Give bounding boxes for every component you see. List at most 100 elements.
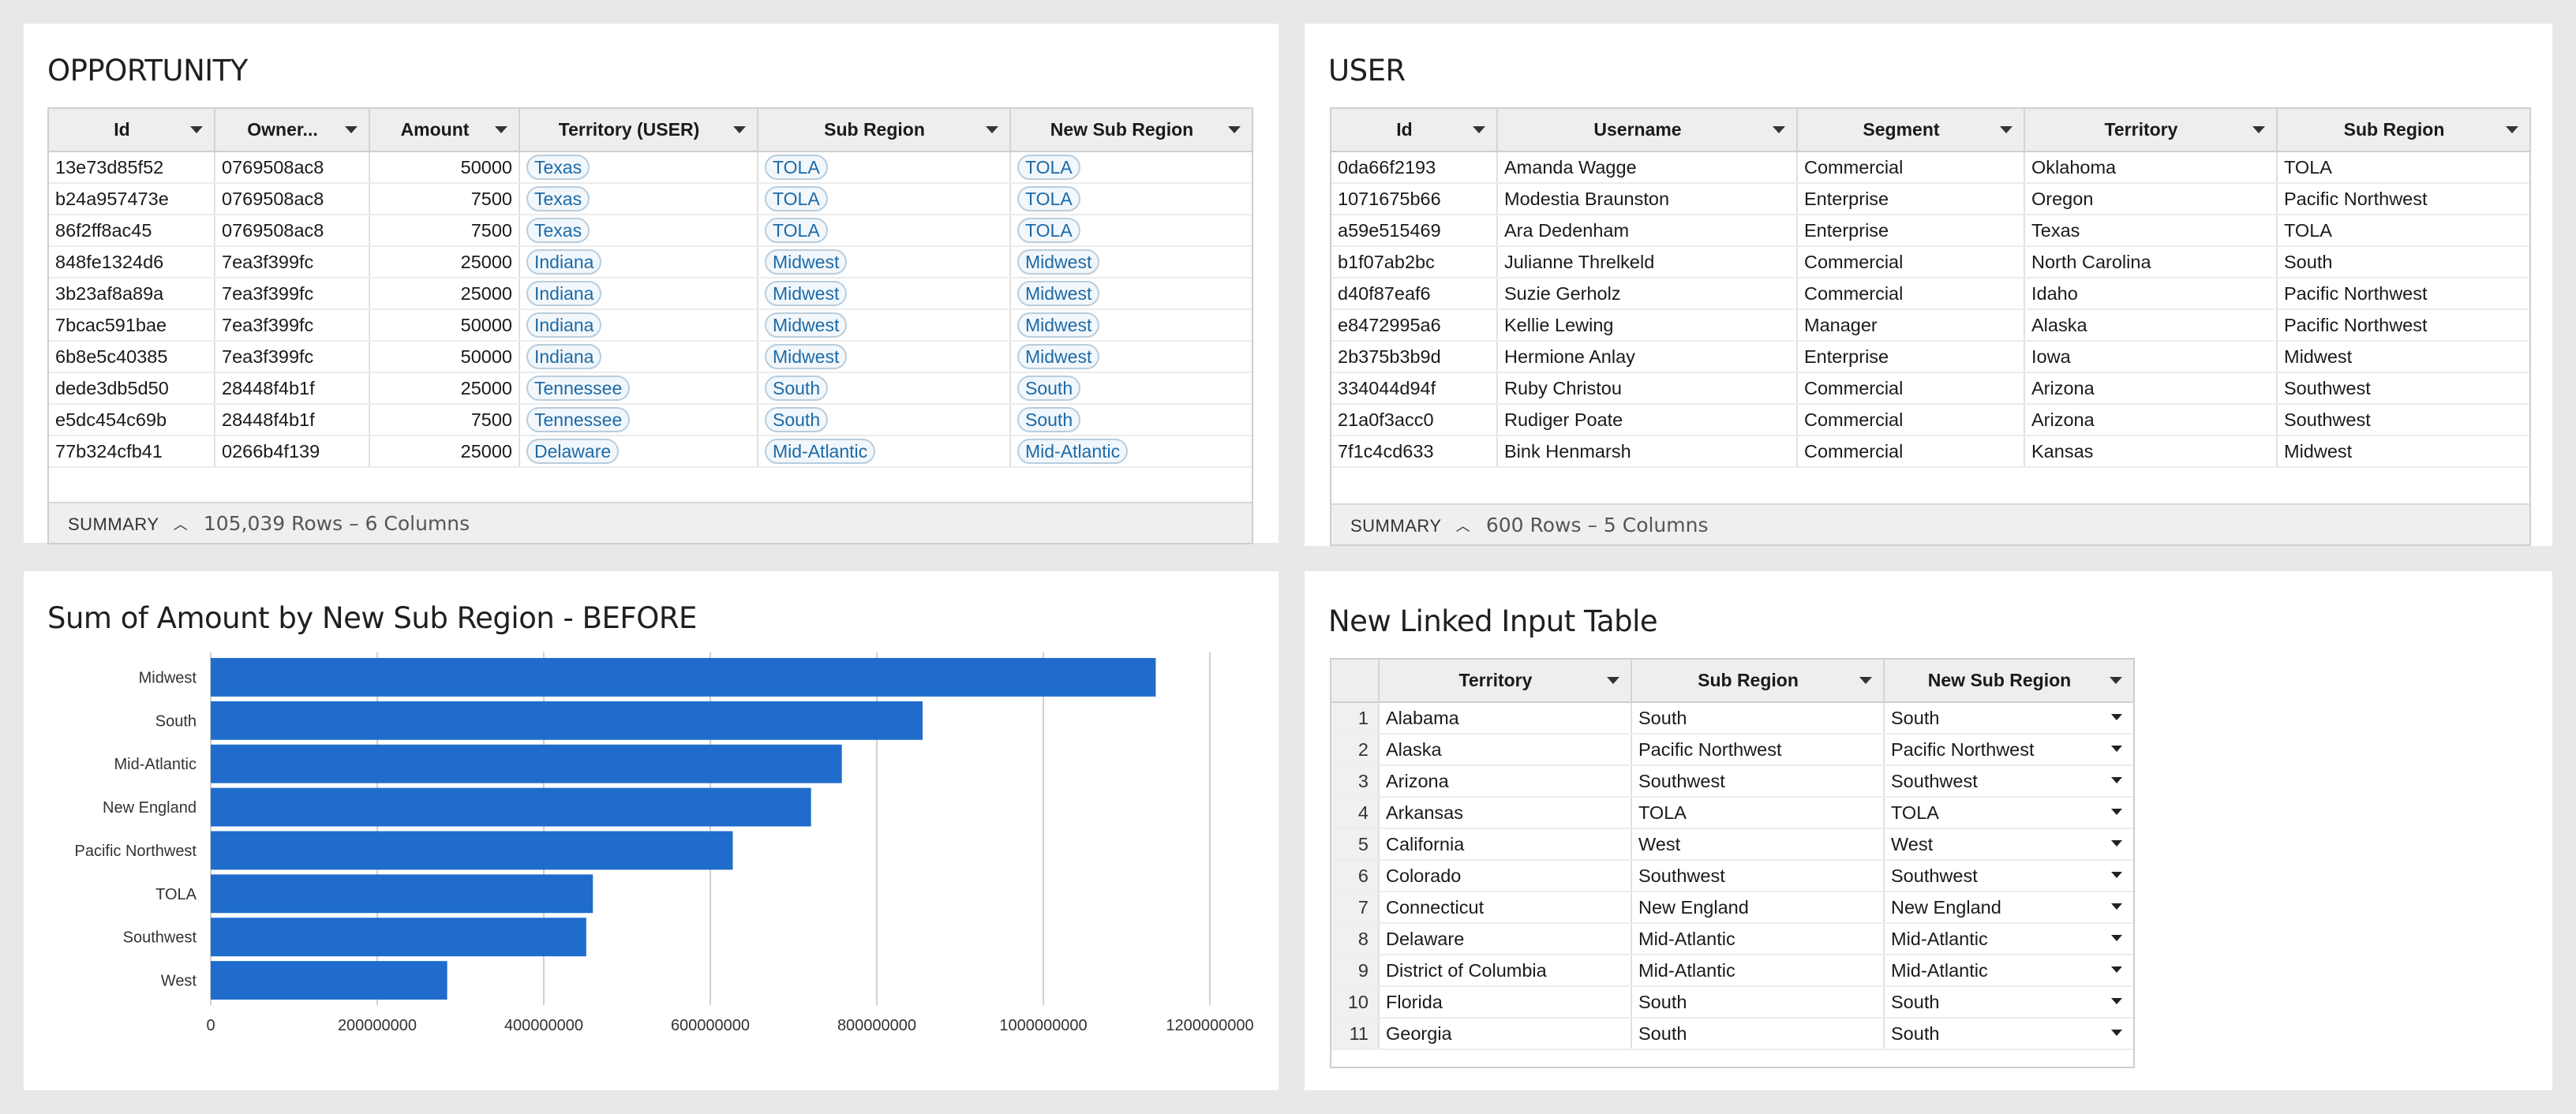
tag-pill[interactable]: Tennessee xyxy=(526,376,631,401)
table-row[interactable]: 4 Arkansas TOLA TOLA xyxy=(1331,797,2133,829)
table-cell[interactable]: California xyxy=(1379,828,1632,861)
chevron-down-icon[interactable] xyxy=(1607,677,1619,684)
dropdown-cell[interactable]: New England xyxy=(1884,892,2133,924)
table-cell[interactable]: 0da66f2193 xyxy=(1331,151,1498,184)
chevron-down-icon[interactable] xyxy=(2111,903,2122,910)
table-row[interactable]: d40f87eaf6 Suzie Gerholz Commercial Idaho Pa… xyxy=(1331,278,2529,310)
table-cell[interactable]: dede3db5d50 xyxy=(49,372,215,405)
chevron-down-icon[interactable] xyxy=(986,126,998,133)
bar-chart[interactable]: 0 200000000 400000000 600000000 800000000 100… xyxy=(24,571,1279,1090)
table-row[interactable]: b1f07ab2bc Julianne Threlkeld Commercial No… xyxy=(1331,246,2529,278)
table-cell[interactable]: 86f2ff8ac45 xyxy=(49,215,215,247)
table-cell[interactable]: 3b23af8a89a xyxy=(49,278,215,310)
table-cell[interactable]: 50000 xyxy=(369,341,520,373)
bar-midwest[interactable] xyxy=(211,658,1156,697)
table-cell[interactable]: Iowa xyxy=(2024,341,2278,373)
tag-pill[interactable]: TOLA xyxy=(1017,186,1080,211)
table-cell[interactable]: Florida xyxy=(1379,986,1632,1019)
table-cell[interactable]: Oklahoma xyxy=(2024,151,2278,184)
table-cell[interactable]: Southwest xyxy=(1631,860,1885,892)
dropdown-cell[interactable]: Mid-Atlantic xyxy=(1884,955,2133,987)
tag-pill[interactable]: TOLA xyxy=(765,218,828,243)
tag-pill[interactable]: TOLA xyxy=(1017,155,1080,180)
table-cell[interactable]: Idaho xyxy=(2024,278,2278,310)
table-cell[interactable]: Mid-Atlantic xyxy=(1631,923,1885,955)
table-cell[interactable]: Commercial xyxy=(1797,372,2025,405)
chevron-down-icon[interactable] xyxy=(2252,126,2265,133)
table-cell[interactable]: Commercial xyxy=(1797,246,2025,278)
table-cell[interactable]: Georgia xyxy=(1379,1018,1632,1050)
table-cell[interactable]: 28448f4b1f xyxy=(215,404,370,436)
table-cell[interactable]: Commercial xyxy=(1797,151,2025,184)
table-cell[interactable]: 7ea3f399fc xyxy=(215,309,370,342)
table-cell[interactable]: Delaware xyxy=(1379,923,1632,955)
dropdown-cell[interactable]: South xyxy=(1884,986,2133,1019)
tag-pill[interactable]: Texas xyxy=(526,155,590,180)
table-cell[interactable]: Arizona xyxy=(1379,765,1632,798)
table-cell[interactable]: 21a0f3acc0 xyxy=(1331,404,1498,436)
table-row[interactable]: a59e515469 Ara Dedenham Enterprise Texas TOL… xyxy=(1331,215,2529,247)
tag-pill[interactable]: Delaware xyxy=(526,439,620,464)
column-header-sub-region[interactable]: Sub Region xyxy=(2277,109,2529,152)
table-cell[interactable]: Mid-Atlantic xyxy=(758,436,1011,468)
table-cell[interactable]: 7ea3f399fc xyxy=(215,341,370,373)
table-cell[interactable]: 50000 xyxy=(369,309,520,342)
table-cell[interactable]: Pacific Northwest xyxy=(2277,183,2529,215)
bar-south[interactable] xyxy=(211,701,923,740)
table-row[interactable]: 2b375b3b9d Hermione Anlay Enterprise Iowa Mi… xyxy=(1331,341,2529,373)
table-cell[interactable]: Enterprise xyxy=(1797,341,2025,373)
column-header-owner[interactable]: Owner... xyxy=(215,109,370,152)
table-cell[interactable]: 50000 xyxy=(369,151,520,184)
chevron-down-icon[interactable] xyxy=(2111,746,2122,752)
table-cell[interactable]: a59e515469 xyxy=(1331,215,1498,247)
table-cell[interactable]: TOLA xyxy=(758,183,1011,215)
table-cell[interactable]: Southwest xyxy=(2277,404,2529,436)
table-cell[interactable]: Arkansas xyxy=(1379,797,1632,829)
chevron-down-icon[interactable] xyxy=(190,126,203,133)
chevron-down-icon[interactable] xyxy=(2111,872,2122,878)
table-cell[interactable]: South xyxy=(1631,702,1885,735)
table-cell[interactable]: South xyxy=(1631,1018,1885,1050)
table-cell[interactable]: Alaska xyxy=(1379,734,1632,766)
table-cell[interactable]: Julianne Threlkeld xyxy=(1497,246,1798,278)
table-row[interactable]: 7bcac591bae 7ea3f399fc 50000 Indiana Midwest… xyxy=(49,309,1252,342)
tag-pill[interactable]: Tennessee xyxy=(526,407,631,432)
tag-pill[interactable]: TOLA xyxy=(765,155,828,180)
table-row[interactable]: 6b8e5c40385 7ea3f399fc 50000 Indiana Midwest… xyxy=(49,341,1252,373)
table-row[interactable]: 86f2ff8ac45 0769508ac8 7500 Texas TOLA TOLA xyxy=(49,215,1252,247)
chevron-up-icon[interactable]: ︿ xyxy=(1456,506,1470,544)
table-cell[interactable]: Suzie Gerholz xyxy=(1497,278,1798,310)
column-header-new-sub-region[interactable]: New Sub Region xyxy=(1884,660,2133,703)
dropdown-cell[interactable]: South xyxy=(1884,1018,2133,1050)
table-cell[interactable]: TOLA xyxy=(1010,151,1252,184)
tag-pill[interactable]: South xyxy=(765,407,829,432)
table-cell[interactable]: Alaska xyxy=(2024,309,2278,342)
table-cell[interactable]: Midwest xyxy=(758,278,1011,310)
chevron-down-icon[interactable] xyxy=(2111,809,2122,815)
table-cell[interactable]: 25000 xyxy=(369,278,520,310)
tag-pill[interactable]: South xyxy=(1017,376,1081,401)
tag-pill[interactable]: Indiana xyxy=(526,281,602,306)
table-cell[interactable]: 28448f4b1f xyxy=(215,372,370,405)
table-row[interactable]: 3 Arizona Southwest Southwest xyxy=(1331,765,2133,798)
table-cell[interactable]: Texas xyxy=(519,183,758,215)
table-cell[interactable]: Arizona xyxy=(2024,404,2278,436)
table-cell[interactable]: 2b375b3b9d xyxy=(1331,341,1498,373)
table-cell[interactable]: Midwest xyxy=(1010,278,1252,310)
table-cell[interactable]: Midwest xyxy=(1010,341,1252,373)
table-cell[interactable]: South xyxy=(1631,986,1885,1019)
chevron-down-icon[interactable] xyxy=(2111,1030,2122,1036)
table-row[interactable]: b24a957473e 0769508ac8 7500 Texas TOLA TOLA xyxy=(49,183,1252,215)
table-cell[interactable]: Southwest xyxy=(1631,765,1885,798)
table-cell[interactable]: Manager xyxy=(1797,309,2025,342)
table-row[interactable]: 334044d94f Ruby Christou Commercial Arizona… xyxy=(1331,372,2529,405)
table-cell[interactable]: d40f87eaf6 xyxy=(1331,278,1498,310)
table-cell[interactable]: Modestia Braunston xyxy=(1497,183,1798,215)
table-row[interactable]: dede3db5d50 28448f4b1f 25000 Tennessee South… xyxy=(49,372,1252,405)
table-cell[interactable]: North Carolina xyxy=(2024,246,2278,278)
table-cell[interactable]: 7f1c4cd633 xyxy=(1331,436,1498,468)
table-cell[interactable]: 6b8e5c40385 xyxy=(49,341,215,373)
table-cell[interactable]: TOLA xyxy=(2277,151,2529,184)
tag-pill[interactable]: Indiana xyxy=(526,312,602,338)
dropdown-cell[interactable]: TOLA xyxy=(1884,797,2133,829)
